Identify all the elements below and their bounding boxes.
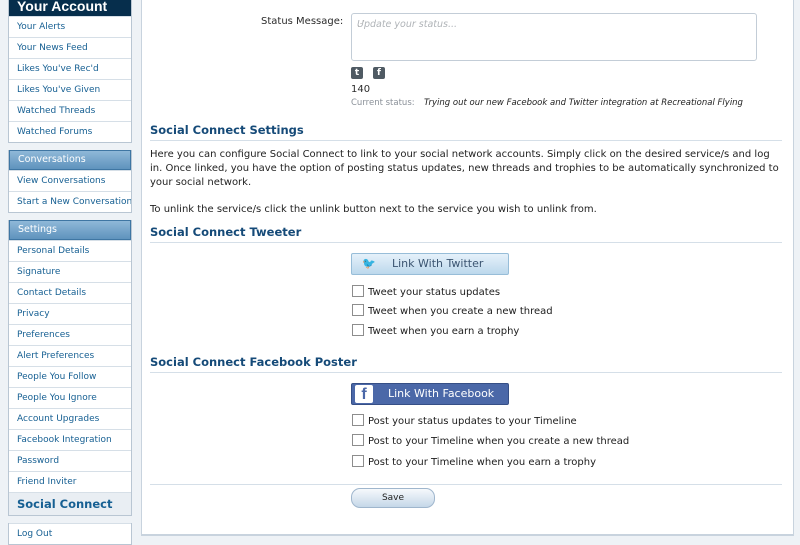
checkbox[interactable] [352,414,364,426]
facebook-option-status[interactable]: Post your status updates to your Timelin… [352,414,577,429]
sidebar-item-account-upgrades[interactable]: Account Upgrades [9,408,131,429]
facebook-logo-icon: f [355,385,373,403]
sidebar-item-contact-details[interactable]: Contact Details [9,282,131,303]
facebook-option-thread[interactable]: Post to your Timeline when you create a … [352,434,630,449]
section-title-settings: Social Connect Settings [150,123,782,141]
twitter-bird-icon: 🐦 [362,257,376,270]
sidebar-item-social-connect[interactable]: Social Connect [9,492,131,515]
save-button[interactable]: Save [351,488,435,508]
sidebar-item-likes-received[interactable]: Likes You've Rec'd [9,58,131,79]
link-facebook-button[interactable]: f Link With Facebook [351,383,509,405]
checkbox[interactable] [352,455,364,467]
sidebar-item-signature[interactable]: Signature [9,261,131,282]
sidebar-item-password[interactable]: Password [9,450,131,471]
checkbox[interactable] [352,434,364,446]
option-label: Post your status updates to your Timelin… [368,416,577,427]
sidebar-item-alerts[interactable]: Your Alerts [9,16,131,37]
status-input[interactable]: Update your status... ⋰ [351,13,757,61]
section-title-facebook: Social Connect Facebook Poster [150,355,782,373]
sidebar-item-alert-preferences[interactable]: Alert Preferences [9,345,131,366]
sidebar: Your Account Your Alerts Your News Feed … [8,0,132,545]
sidebar-item-privacy[interactable]: Privacy [9,303,131,324]
settings-block: Settings Personal Details Signature Cont… [8,220,132,516]
sidebar-item-news-feed[interactable]: Your News Feed [9,37,131,58]
sidebar-item-personal-details[interactable]: Personal Details [9,240,131,261]
current-status-value: Trying out our new Facebook and Twitter … [424,98,743,108]
option-label: Post to your Timeline when you earn a tr… [368,457,596,468]
sidebar-item-view-conversations[interactable]: View Conversations [9,170,131,191]
sidebar-item-new-conversation[interactable]: Start a New Conversation [9,191,131,212]
sidebar-item-friend-inviter[interactable]: Friend Inviter [9,471,131,492]
link-twitter-button[interactable]: 🐦 Link With Twitter [351,253,509,275]
char-count: 140 [351,84,371,95]
account-title: Your Account [9,0,131,16]
sidebar-item-watched-threads[interactable]: Watched Threads [9,100,131,121]
checkbox[interactable] [352,324,364,336]
settings-header: Settings [9,220,131,240]
sidebar-item-people-you-follow[interactable]: People You Follow [9,366,131,387]
logout-block: Log Out [8,523,132,545]
account-block: Your Account Your Alerts Your News Feed … [8,0,132,143]
facebook-icon[interactable]: f [373,67,385,79]
settings-description: Here you can configure Social Connect to… [150,149,779,188]
link-twitter-label: Link With Twitter [392,257,484,270]
option-label: Tweet your status updates [368,287,501,298]
conversations-block: Conversations View Conversations Start a… [8,150,132,213]
checkbox[interactable] [352,304,364,316]
twitter-option-thread[interactable]: Tweet when you create a new thread [352,304,553,319]
link-facebook-label: Link With Facebook [388,387,495,400]
unlink-instructions: To unlink the service/s click the unlink… [150,204,597,215]
section-title-tweeter: Social Connect Tweeter [150,225,782,243]
sidebar-item-watched-forums[interactable]: Watched Forums [9,121,131,142]
main-content: Status Message: Update your status... ⋰ … [141,0,794,536]
option-label: Post to your Timeline when you create a … [368,436,630,447]
sidebar-item-people-you-ignore[interactable]: People You Ignore [9,387,131,408]
sidebar-item-likes-given[interactable]: Likes You've Given [9,79,131,100]
resize-grip-icon[interactable]: ⋰ [357,19,753,59]
checkbox[interactable] [352,285,364,297]
twitter-icon[interactable]: t [351,67,363,79]
option-label: Tweet when you create a new thread [368,306,553,317]
twitter-option-trophy[interactable]: Tweet when you earn a trophy [352,324,520,339]
facebook-option-trophy[interactable]: Post to your Timeline when you earn a tr… [352,455,596,470]
status-label: Status Message: [261,16,344,27]
logout-link[interactable]: Log Out [9,523,131,544]
option-label: Tweet when you earn a trophy [368,326,520,337]
divider [150,484,782,485]
current-status-label: Current status: [351,98,415,108]
sidebar-item-preferences[interactable]: Preferences [9,324,131,345]
sidebar-item-facebook-integration[interactable]: Facebook Integration [9,429,131,450]
twitter-option-status[interactable]: Tweet your status updates [352,285,501,300]
conversations-header: Conversations [9,150,131,170]
